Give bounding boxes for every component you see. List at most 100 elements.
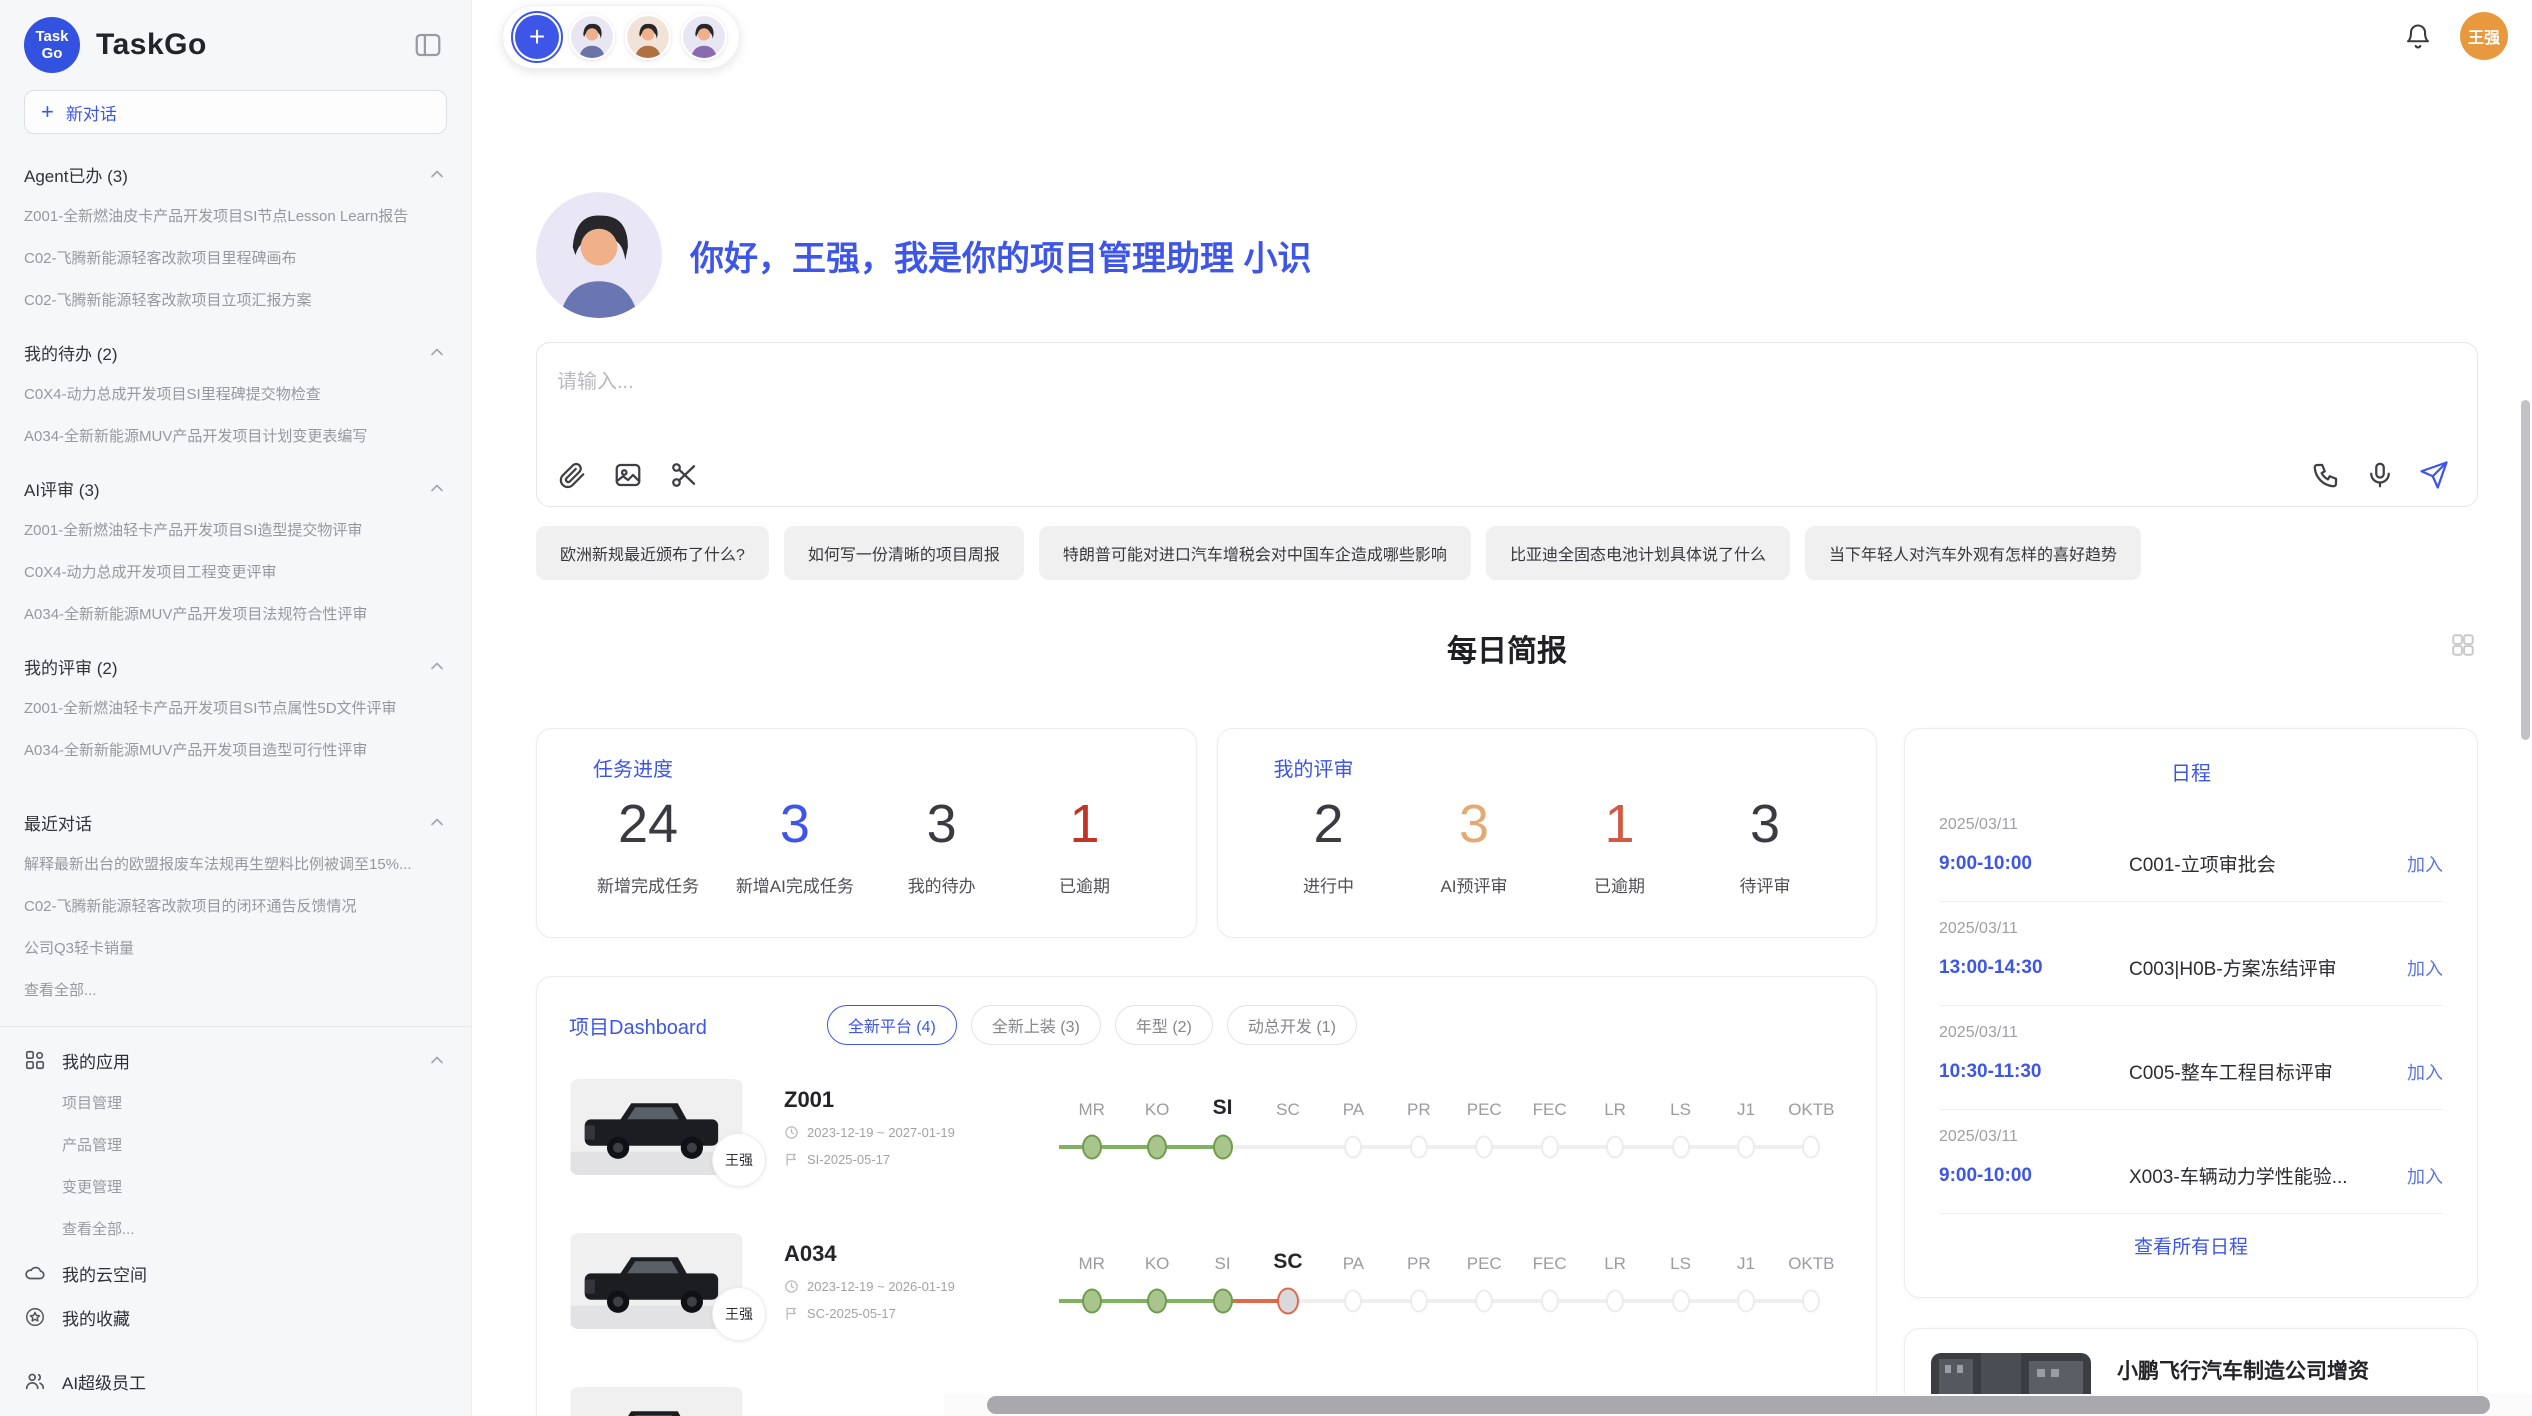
dashboard-rows: 王强 Z0012023-12-19 ~ 2027-01-19SI-2025-05-… [569,1079,1844,1416]
chevron-up-icon [427,164,447,184]
milestone-dot-row [1321,1286,1386,1316]
sidebar-item-help-me-write[interactable]: 帮我写作 [24,1403,447,1416]
sidebar-section-label: 我的评审 (2) [24,654,118,679]
dashboard-filter-pill[interactable]: 全新平台 (4) [827,1005,957,1045]
milestone-stage: FEC [1517,1092,1582,1162]
sidebar-item[interactable]: 解释最新出台的欧盟报废车法规再生塑料比例被调至15%... [24,844,447,886]
dashboard-filter-pill[interactable]: 年型 (2) [1115,1005,1213,1045]
my-apps-item[interactable]: 产品管理 [24,1125,447,1167]
suggestion-chip[interactable]: 当下年轻人对汽车外观有怎样的喜好趋势 [1805,526,2141,580]
sidebar-section-label: Agent已办 (3) [24,162,128,187]
sidebar-item[interactable]: A034-全新新能源MUV产品开发项目计划变更表编写 [24,416,447,458]
stat-label: 新增AI完成任务 [736,872,854,897]
sidebar-item[interactable]: A034-全新新能源MUV产品开发项目法规符合性评审 [24,594,447,636]
notification-bell-icon[interactable] [2404,22,2432,50]
sidebar-section: AI评审 (3)Z001-全新燃油轻卡产品开发项目SI造型提交物评审C0X4-动… [24,466,447,636]
stat-item: 1已逾期 [1030,792,1140,897]
sidebar-item-favorites[interactable]: 我的收藏 [24,1295,447,1339]
project-dates: 2023-12-19 ~ 2026-01-19 [784,1279,1019,1294]
sidebar-item[interactable]: Z001-全新燃油轻卡产品开发项目SI节点属性5D文件评审 [24,688,447,730]
sidebar-item[interactable]: C02-飞腾新能源轻客改款项目里程碑画布 [24,238,447,280]
my-apps-item[interactable]: 查看全部... [24,1209,447,1251]
stat-value: 1 [1565,792,1675,856]
sidebar-section-header[interactable]: 最近对话 [24,800,447,844]
sidebar-section-header[interactable]: 我的评审 (2) [24,644,447,688]
sidebar-item[interactable]: Z001-全新燃油轻卡产品开发项目SI造型提交物评审 [24,510,447,552]
milestone-label: J1 [1737,1092,1755,1120]
attachment-icon[interactable] [557,460,587,490]
milestone-stage: SC [1255,1092,1320,1162]
my-apps-item[interactable]: 项目管理 [24,1083,447,1125]
sidebar-item-ai-super-staff[interactable]: AI超级员工 [24,1359,447,1403]
schedule-item-main: 9:00-10:00X003-车辆动力学性能验...加入 [1939,1162,2443,1189]
phone-icon[interactable] [2311,460,2341,490]
milestone-stage: LS [1648,1092,1713,1162]
milestone-track: MRKOSISCPAPRPECFECLRLSJ1OKTB [1059,1246,1844,1316]
view-all-schedule-link[interactable]: 查看所有日程 [1939,1214,2443,1267]
sidebar-section-header[interactable]: 我的待办 (2) [24,330,447,374]
project-image: 王强 [569,1233,744,1329]
sidebar-section: 我的评审 (2) Z001-全新燃油轻卡产品开发项目SI节点属性5D文件评审A03… [24,644,447,772]
image-icon[interactable] [613,460,643,490]
join-link[interactable]: 加入 [2407,1059,2443,1085]
vertical-scrollbar-thumb[interactable] [2521,400,2530,740]
sidebar-item[interactable]: C0X4-动力总成开发项目工程变更评审 [24,552,447,594]
milestone-dot [1344,1290,1362,1313]
sidebar-item[interactable]: 公司Q3轻卡销量 [24,928,447,970]
project-row[interactable]: 王强A0342023-12-19 ~ 2026-01-19SC-2025-05-… [569,1233,1844,1329]
send-icon[interactable] [2419,460,2449,490]
suggestion-chip[interactable]: 特朗普可能对进口汽车增税会对中国车企造成哪些影响 [1039,526,1471,580]
new-chat-label: 新对话 [66,100,117,125]
milestone-dot [1606,1290,1624,1313]
chat-composer[interactable]: 请输入... [536,342,2478,507]
microphone-icon[interactable] [2365,460,2395,490]
sidebar-item[interactable]: A034-全新新能源MUV产品开发项目造型可行性评审 [24,730,447,772]
agent-avatar-1[interactable] [569,14,615,60]
sidebar-collapse-icon[interactable] [413,30,443,60]
suggestion-chip[interactable]: 如何写一份清晰的项目周报 [784,526,1024,580]
app-title: TaskGo [96,28,207,62]
join-link[interactable]: 加入 [2407,955,2443,981]
new-chat-button[interactable]: + 新对话 [24,90,447,134]
milestone-line-segment [1288,1145,1321,1149]
sidebar-item[interactable]: C02-飞腾新能源轻客改款项目的闭环通告反馈情况 [24,886,447,928]
join-link[interactable]: 加入 [2407,1163,2443,1189]
dashboard-filter-pill[interactable]: 动总开发 (1) [1227,1005,1357,1045]
milestone-stage: SC [1255,1246,1320,1316]
sidebar-section-header[interactable]: Agent已办 (3) [24,152,447,196]
sidebar-item[interactable]: C02-飞腾新能源轻客改款项目立项汇报方案 [24,280,447,322]
project-row[interactable]: 王强Z0012023-12-19 ~ 2027-01-19SI-2025-05-… [569,1079,1844,1175]
milestone-dot [1147,1135,1167,1160]
stat-value: 1 [1030,792,1140,856]
join-link[interactable]: 加入 [2407,851,2443,877]
agent-avatar-strip: + [502,5,740,69]
sidebar-section-header[interactable]: AI评审 (3) [24,466,447,510]
milestone-label: MR [1078,1246,1104,1274]
sidebar-item[interactable]: C0X4-动力总成开发项目SI里程碑提交物检查 [24,374,447,416]
agent-avatar-2[interactable] [625,14,671,60]
sidebar-item-cloud-space[interactable]: 我的云空间 [24,1251,447,1295]
suggestion-chip[interactable]: 欧洲新规最近颁布了什么? [536,526,769,580]
milestone-label: PA [1343,1246,1364,1274]
project-info: Z0012023-12-19 ~ 2027-01-19SI-2025-05-17 [784,1087,1019,1167]
dashboard-filter-pill[interactable]: 全新上装 (3) [971,1005,1101,1045]
user-avatar[interactable]: 王强 [2460,12,2508,60]
stat-value: 3 [1419,792,1529,856]
sidebar-item[interactable]: Z001-全新燃油皮卡产品开发项目SI节点Lesson Learn报告 [24,196,447,238]
sidebar-item-my-apps[interactable]: 我的应用 [24,1037,447,1083]
add-agent-button[interactable]: + [515,15,559,59]
suggestion-chip[interactable]: 比亚迪全固态电池计划具体说了什么 [1486,526,1790,580]
layout-grid-icon[interactable] [2450,632,2476,658]
my-apps-item[interactable]: 变更管理 [24,1167,447,1209]
schedule-items: 2025/03/119:00-10:00C001-立项审批会加入2025/03/… [1939,798,2443,1214]
milestone-stage: PR [1386,1092,1451,1162]
stat-label: 已逾期 [1565,872,1675,897]
schedule-item: 2025/03/1110:30-11:30C005-整车工程目标评审加入 [1939,1006,2443,1110]
sidebar-item[interactable]: 查看全部... [24,970,447,1012]
agent-avatar-3[interactable] [681,14,727,60]
milestone-dot [1475,1290,1493,1313]
stat-label: 待评审 [1710,872,1820,897]
horizontal-scrollbar-thumb[interactable] [987,1396,2490,1414]
schedule-item-main: 13:00-14:30C003|H0B-方案冻结评审加入 [1939,954,2443,981]
scissors-icon[interactable] [669,460,699,490]
